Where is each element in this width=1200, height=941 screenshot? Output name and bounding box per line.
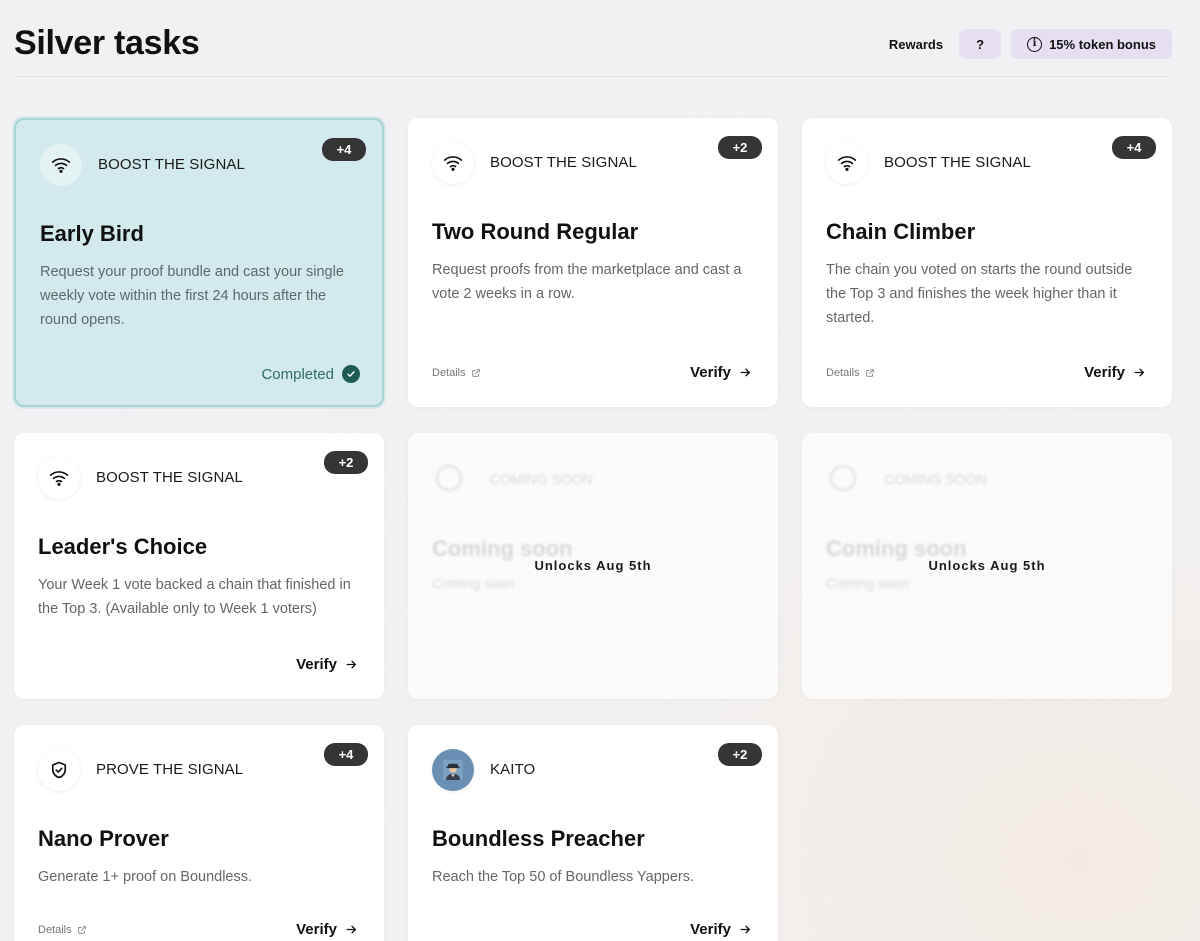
- task-description: The chain you voted on starts the round …: [826, 262, 1133, 326]
- task-title: Boundless Preacher: [432, 826, 645, 851]
- check-circle-icon: [342, 365, 360, 383]
- points-badge: +2: [718, 136, 762, 159]
- task-category: BOOST THE SIGNAL: [98, 156, 245, 173]
- locked-placeholder-description: Coming soon: [432, 575, 515, 591]
- verify-label: Verify: [296, 656, 337, 673]
- locked-placeholder-icon: [436, 465, 462, 491]
- verify-label: Verify: [690, 921, 731, 938]
- task-description: Your Week 1 vote backed a chain that fin…: [38, 577, 351, 617]
- wifi-icon: [826, 142, 868, 184]
- unlock-date-label: Unlocks Aug 5th: [534, 558, 652, 573]
- page-header: Silver tasks Rewards ? i 15% token bonus: [0, 0, 1200, 76]
- locked-placeholder-description: Coming soon: [826, 575, 909, 591]
- arrow-right-icon: [1134, 368, 1144, 377]
- locked-placeholder-category: COMING SOON: [884, 471, 987, 487]
- task-description: Generate 1+ proof on Boundless.: [38, 869, 253, 885]
- points-badge: +4: [322, 138, 366, 161]
- help-button[interactable]: ?: [959, 29, 1002, 59]
- verify-label: Verify: [1084, 364, 1125, 381]
- task-title: Chain Climber: [826, 219, 976, 244]
- locked-placeholder-category: COMING SOON: [490, 471, 593, 487]
- external-link-icon: [865, 369, 874, 377]
- task-description: Request your proof bundle and cast your …: [40, 264, 344, 328]
- task-card-boundless-preacher: KAITO +2 Boundless Preacher Reach the To…: [408, 725, 778, 941]
- task-category: KAITO: [490, 761, 536, 778]
- kaito-avatar-icon: [432, 749, 474, 791]
- task-title: Nano Prover: [38, 826, 169, 851]
- task-category: BOOST THE SIGNAL: [96, 469, 243, 486]
- details-link[interactable]: Details: [432, 367, 481, 379]
- task-category: PROVE THE SIGNAL: [96, 761, 244, 778]
- points-badge: +2: [718, 743, 762, 766]
- verify-label: Verify: [296, 921, 337, 938]
- arrow-right-icon: [346, 660, 356, 669]
- task-card-locked: COMING SOON Coming soon Coming soon Unlo…: [802, 433, 1172, 699]
- task-card-locked: COMING SOON Coming soon Coming soon Unlo…: [408, 433, 778, 699]
- task-category: BOOST THE SIGNAL: [490, 154, 637, 171]
- task-category: BOOST THE SIGNAL: [884, 154, 1031, 171]
- task-card-early-bird[interactable]: BOOST THE SIGNAL +4 Early Bird Request y…: [14, 118, 384, 407]
- external-link-icon: [471, 369, 480, 377]
- info-icon: i: [1027, 36, 1043, 52]
- external-link-icon: [77, 926, 86, 934]
- arrow-right-icon: [346, 925, 356, 934]
- details-label: Details: [826, 367, 860, 379]
- task-description: Reach the Top 50 of Boundless Yappers.: [432, 869, 694, 885]
- verify-button[interactable]: Verify: [296, 656, 358, 673]
- page-title: Silver tasks: [14, 24, 200, 62]
- header-actions: Rewards ? i 15% token bonus: [889, 29, 1172, 59]
- wifi-icon: [40, 144, 82, 186]
- verify-label: Verify: [690, 364, 731, 381]
- token-bonus-label: 15% token bonus: [1049, 36, 1156, 52]
- task-card-nano-prover: PROVE THE SIGNAL +4 Nano Prover Generate…: [14, 725, 384, 941]
- token-bonus-button[interactable]: i 15% token bonus: [1011, 29, 1172, 59]
- task-title: Early Bird: [40, 221, 144, 246]
- details-link[interactable]: Details: [826, 367, 875, 379]
- completed-status: Completed: [261, 365, 360, 383]
- wifi-icon: [38, 457, 80, 499]
- verify-button[interactable]: Verify: [1084, 364, 1146, 381]
- details-label: Details: [38, 924, 72, 936]
- arrow-right-icon: [740, 368, 750, 377]
- details-label: Details: [432, 367, 466, 379]
- task-card-chain-climber: BOOST THE SIGNAL +4 Chain Climber The ch…: [802, 118, 1172, 407]
- shield-check-icon: [38, 749, 80, 791]
- task-description: Request proofs from the marketplace and …: [432, 262, 742, 302]
- task-title: Two Round Regular: [432, 219, 639, 244]
- header-divider: [14, 76, 1172, 77]
- verify-button[interactable]: Verify: [690, 364, 752, 381]
- task-title: Leader's Choice: [38, 534, 208, 559]
- task-card-two-round-regular: BOOST THE SIGNAL +2 Two Round Regular Re…: [408, 118, 778, 407]
- completed-label: Completed: [261, 365, 334, 383]
- points-badge: +4: [1112, 136, 1156, 159]
- verify-button[interactable]: Verify: [690, 921, 752, 938]
- locked-placeholder-icon: [830, 465, 856, 491]
- arrow-right-icon: [740, 925, 750, 934]
- unlock-date-label: Unlocks Aug 5th: [928, 558, 1046, 573]
- points-badge: +4: [324, 743, 368, 766]
- wifi-icon: [432, 142, 474, 184]
- task-card-leaders-choice: BOOST THE SIGNAL +2 Leader's Choice Your…: [14, 433, 384, 699]
- points-badge: +2: [324, 451, 368, 474]
- rewards-link[interactable]: Rewards: [889, 37, 943, 52]
- verify-button[interactable]: Verify: [296, 921, 358, 938]
- details-link[interactable]: Details: [38, 924, 87, 936]
